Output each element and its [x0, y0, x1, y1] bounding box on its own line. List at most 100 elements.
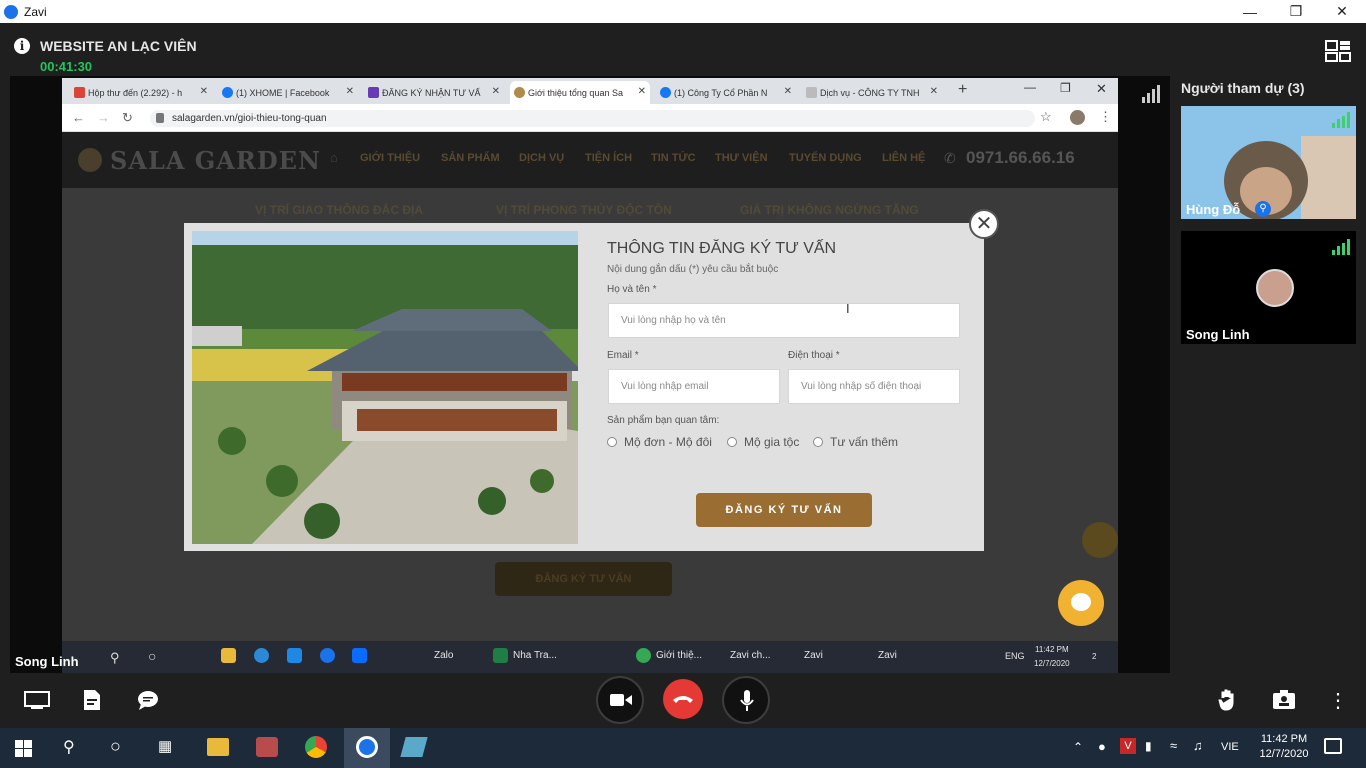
tray-antivirus-icon[interactable]: V	[1120, 738, 1136, 754]
nav-gioi-thieu[interactable]: GIỚI THIỆU	[360, 152, 420, 164]
raise-hand-icon[interactable]	[1218, 688, 1238, 712]
email-input[interactable]: Vui lòng nhập email	[608, 369, 780, 404]
cortana-icon[interactable]: ○	[110, 736, 121, 757]
share-screen-icon[interactable]	[24, 690, 50, 710]
chat-icon[interactable]	[137, 690, 159, 710]
shared-taskbar-zavi-1[interactable]: Zavi	[804, 650, 823, 661]
tray-battery-icon[interactable]: ▮	[1145, 739, 1152, 753]
radio-icon[interactable]	[813, 437, 823, 447]
nav-san-pham[interactable]: SẢN PHẨM	[441, 152, 500, 164]
home-icon[interactable]: ⌂	[330, 150, 338, 165]
new-tab-button[interactable]: +	[958, 81, 967, 99]
tab-close-icon[interactable]: ✕	[200, 86, 208, 97]
close-window-button[interactable]: ✕	[1319, 0, 1365, 23]
tab-close-icon[interactable]: ✕	[638, 86, 646, 97]
phone-input[interactable]: Vui lòng nhập số điện thoại	[788, 369, 960, 404]
document-icon[interactable]	[82, 689, 102, 711]
forward-arrow-icon[interactable]: →	[97, 110, 110, 125]
tray-volume-icon[interactable]: ♫	[1193, 738, 1203, 753]
windows-start-icon[interactable]	[15, 740, 32, 757]
nav-tin-tuc[interactable]: TIN TỨC	[651, 152, 696, 164]
microphone-button[interactable]	[722, 676, 770, 724]
scroll-top-icon[interactable]	[1082, 522, 1118, 558]
tab-close-icon[interactable]: ✕	[930, 86, 938, 97]
nav-thu-vien[interactable]: THƯ VIỆN	[715, 152, 768, 164]
site-phone[interactable]: 0971.66.66.16	[966, 148, 1075, 168]
tab-close-icon[interactable]: ✕	[346, 86, 354, 97]
action-center-icon[interactable]	[1324, 738, 1342, 754]
camera-button[interactable]	[596, 676, 644, 724]
minimize-button[interactable]: —	[1227, 0, 1273, 23]
tab-facebook-xhome[interactable]: (1) XHOME | Facebook ✕	[218, 81, 358, 104]
shared-taskbar-zalo[interactable]: Zalo	[434, 650, 453, 661]
tab-facebook-cong-ty[interactable]: (1) Công Ty Cổ Phần N ✕	[656, 81, 796, 104]
address-bar[interactable]: salagarden.vn/gioi-thieu-tong-quan	[150, 110, 1035, 127]
participant-card-song-linh[interactable]: Song Linh	[1181, 231, 1356, 344]
participants-icon[interactable]	[1272, 690, 1296, 710]
shared-teamviewer-icon[interactable]	[254, 648, 269, 663]
more-options-icon[interactable]: ⋮	[1328, 688, 1348, 713]
info-icon[interactable]: i	[14, 38, 30, 54]
subnav-vi-tri-phong-thuy[interactable]: VỊ TRÍ PHONG THỦY ĐỘC TÔN	[496, 203, 672, 217]
language-indicator[interactable]: VIE	[1221, 741, 1239, 753]
subnav-gia-tri[interactable]: GIÁ TRỊ KHÔNG NGỪNG TĂNG	[740, 203, 919, 217]
shared-clock-date[interactable]: 12/7/2020	[1034, 659, 1070, 668]
modal-close-icon[interactable]: ✕	[969, 209, 999, 239]
app-icon[interactable]	[256, 737, 278, 757]
option-tu-van-them[interactable]: Tư vấn thêm	[813, 435, 898, 449]
nav-dich-vu[interactable]: DỊCH VỤ	[519, 152, 564, 164]
tab-close-icon[interactable]: ✕	[784, 86, 792, 97]
profile-avatar[interactable]	[1070, 110, 1085, 125]
tab-forms[interactable]: ĐĂNG KÝ NHẬN TƯ VẤ ✕	[364, 81, 504, 104]
shared-explorer-icon[interactable]	[221, 648, 236, 663]
maximize-button[interactable]: ❐	[1273, 0, 1319, 23]
shared-search-icon[interactable]: ⚲	[110, 650, 120, 666]
bookmark-star-icon[interactable]: ☆	[1040, 109, 1052, 125]
submit-button[interactable]: ĐĂNG KÝ TƯ VẤN	[696, 493, 872, 527]
background-register-button[interactable]: ĐĂNG KÝ TƯ VẤN	[495, 562, 672, 596]
shared-clock-time[interactable]: 11:42 PM	[1035, 645, 1069, 654]
tray-chevron-icon[interactable]: ⌃	[1073, 740, 1083, 754]
subnav-vi-tri-giao-thong[interactable]: VỊ TRÍ GIAO THÔNG ĐẮC ĐỊA	[255, 203, 423, 217]
task-view-icon[interactable]: ▦	[158, 737, 172, 755]
radio-icon[interactable]	[727, 437, 737, 447]
shared-zalo-icon[interactable]	[352, 648, 367, 663]
shared-taskbar-zavi-2[interactable]: Zavi	[878, 650, 897, 661]
option-mo-don[interactable]: Mộ đơn - Mộ đôi	[607, 435, 712, 449]
nav-lien-he[interactable]: LIÊN HỆ	[882, 152, 925, 164]
reload-icon[interactable]: ↻	[122, 110, 133, 126]
name-input[interactable]: Vui lòng nhập họ và tên	[608, 303, 960, 338]
search-icon[interactable]: ⚲	[63, 737, 75, 757]
shared-chrome-icon[interactable]	[636, 648, 651, 663]
shared-excel-icon[interactable]	[493, 648, 508, 663]
option-mo-gia-toc[interactable]: Mộ gia tộc	[727, 435, 799, 449]
site-brand[interactable]: SALA GARDEN	[110, 146, 321, 175]
tab-close-icon[interactable]: ✕	[492, 86, 500, 97]
nav-tien-ich[interactable]: TIỆN ÍCH	[585, 152, 632, 164]
chat-widget-icon[interactable]	[1058, 580, 1104, 626]
tab-sala-garden[interactable]: Giới thiệu tổng quan Sa ✕	[510, 81, 650, 104]
browser-close-button[interactable]: ✕	[1096, 81, 1107, 97]
tab-dich-vu[interactable]: Dịch vụ - CÔNG TY TNH ✕	[802, 81, 942, 104]
shared-store-icon[interactable]	[287, 648, 302, 663]
participant-card-hung-do[interactable]: Hùng Đỗ ⚲	[1181, 106, 1356, 219]
radio-icon[interactable]	[607, 437, 617, 447]
shared-lang[interactable]: ENG	[1005, 651, 1025, 661]
shared-zavi-icon[interactable]	[320, 648, 335, 663]
shared-cortana-icon[interactable]: ○	[148, 648, 156, 664]
tray-mic-icon[interactable]: ●	[1098, 739, 1106, 754]
shared-notification-count[interactable]: 2	[1092, 652, 1096, 661]
shared-taskbar-gioi-thieu[interactable]: Giới thiệ...	[656, 650, 702, 661]
layout-grid-icon[interactable]	[1325, 40, 1351, 62]
tab-gmail[interactable]: Hộp thư đến (2.292) - h ✕	[70, 81, 212, 104]
chrome-icon[interactable]	[305, 736, 327, 758]
back-arrow-icon[interactable]: ←	[72, 110, 85, 125]
browser-maximize-button[interactable]: ❐	[1060, 81, 1071, 95]
shared-taskbar-zavi-ch[interactable]: Zavi ch...	[730, 650, 771, 661]
browser-menu-icon[interactable]: ⋮	[1099, 109, 1112, 125]
end-call-button[interactable]	[663, 679, 703, 719]
zavi-icon[interactable]	[356, 736, 378, 758]
shared-taskbar-nha-tra[interactable]: Nha Tra...	[513, 650, 557, 661]
tray-wifi-icon[interactable]: ≈	[1170, 738, 1177, 753]
browser-minimize-button[interactable]: —	[1024, 80, 1036, 94]
